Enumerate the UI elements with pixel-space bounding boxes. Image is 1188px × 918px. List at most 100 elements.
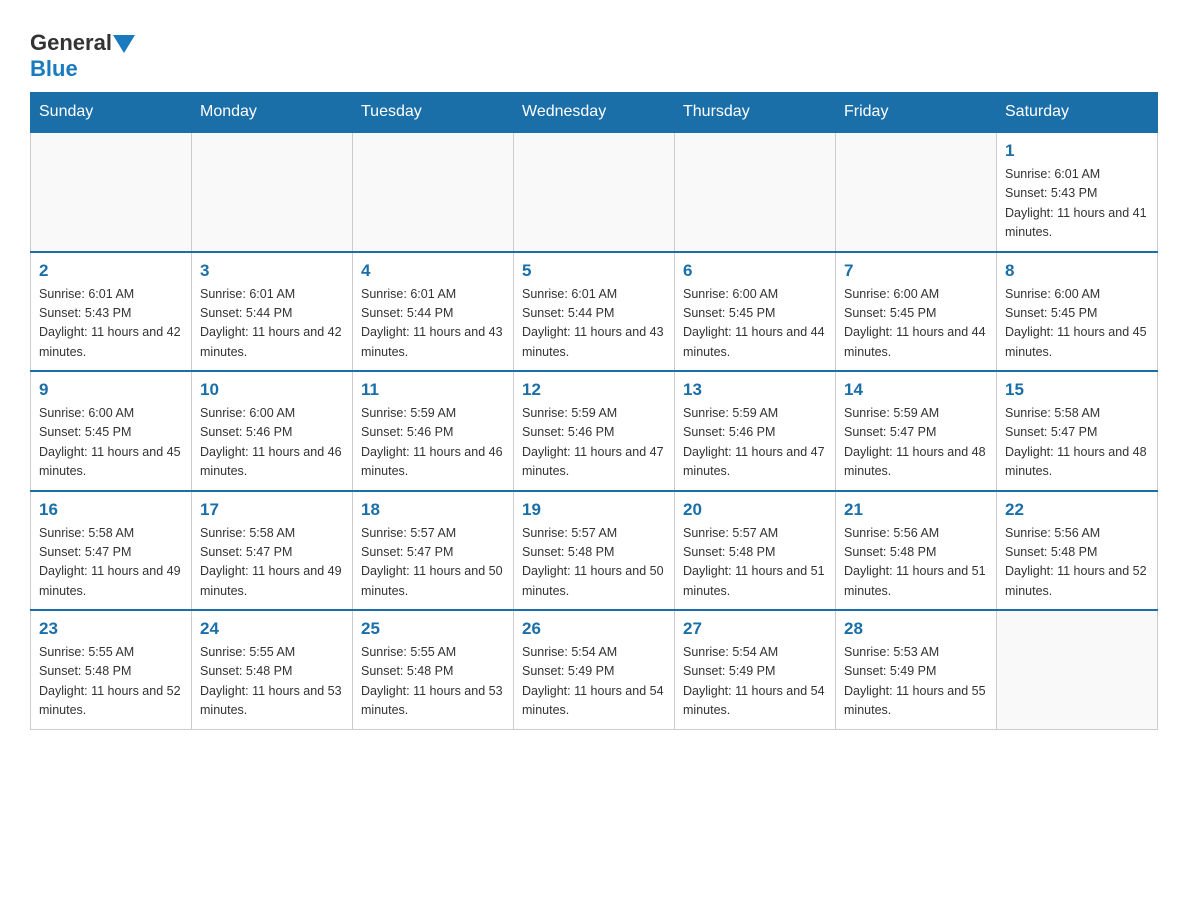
day-info: Sunrise: 6:01 AM Sunset: 5:44 PM Dayligh… bbox=[361, 285, 505, 363]
day-number: 7 bbox=[844, 261, 988, 281]
day-info: Sunrise: 5:54 AM Sunset: 5:49 PM Dayligh… bbox=[522, 643, 666, 721]
calendar-cell: 20 Sunrise: 5:57 AM Sunset: 5:48 PM Dayli… bbox=[675, 491, 836, 611]
day-info: Sunrise: 5:59 AM Sunset: 5:46 PM Dayligh… bbox=[683, 404, 827, 482]
calendar-header: SundayMondayTuesdayWednesdayThursdayFrid… bbox=[31, 93, 1158, 133]
day-number: 16 bbox=[39, 500, 183, 520]
day-info: Sunrise: 6:01 AM Sunset: 5:44 PM Dayligh… bbox=[200, 285, 344, 363]
calendar-cell: 22Sunrise: 5:56 AM Sunset: 5:48 PM Dayli… bbox=[997, 491, 1158, 611]
calendar-cell bbox=[192, 132, 353, 252]
calendar-cell: 13 Sunrise: 5:59 AM Sunset: 5:46 PM Dayli… bbox=[675, 371, 836, 491]
logo-triangle-icon bbox=[113, 35, 135, 53]
day-header-tuesday: Tuesday bbox=[353, 93, 514, 133]
day-number: 19 bbox=[522, 500, 666, 520]
calendar-cell: 10 Sunrise: 6:00 AM Sunset: 5:46 PM Dayli… bbox=[192, 371, 353, 491]
day-info: Sunrise: 6:01 AM Sunset: 5:43 PM Dayligh… bbox=[39, 285, 183, 363]
day-number: 8 bbox=[1005, 261, 1149, 281]
calendar-cell: 12Sunrise: 5:59 AM Sunset: 5:46 PM Dayli… bbox=[514, 371, 675, 491]
day-number: 23 bbox=[39, 619, 183, 639]
day-info: Sunrise: 6:00 AM Sunset: 5:46 PM Dayligh… bbox=[200, 404, 344, 482]
day-number: 10 bbox=[200, 380, 344, 400]
day-number: 13 bbox=[683, 380, 827, 400]
day-number: 6 bbox=[683, 261, 827, 281]
calendar-cell: 27 Sunrise: 5:54 AM Sunset: 5:49 PM Dayli… bbox=[675, 610, 836, 729]
day-number: 11 bbox=[361, 380, 505, 400]
day-number: 9 bbox=[39, 380, 183, 400]
day-number: 20 bbox=[683, 500, 827, 520]
day-info: Sunrise: 6:00 AM Sunset: 5:45 PM Dayligh… bbox=[844, 285, 988, 363]
day-number: 12 bbox=[522, 380, 666, 400]
calendar-week-1: 1Sunrise: 6:01 AM Sunset: 5:43 PM Daylig… bbox=[31, 132, 1158, 252]
day-number: 5 bbox=[522, 261, 666, 281]
day-info: Sunrise: 5:55 AM Sunset: 5:48 PM Dayligh… bbox=[39, 643, 183, 721]
calendar-cell: 5 Sunrise: 6:01 AM Sunset: 5:44 PM Daylig… bbox=[514, 252, 675, 372]
day-info: Sunrise: 5:59 AM Sunset: 5:47 PM Dayligh… bbox=[844, 404, 988, 482]
calendar-cell: 7 Sunrise: 6:00 AM Sunset: 5:45 PM Daylig… bbox=[836, 252, 997, 372]
day-number: 17 bbox=[200, 500, 344, 520]
day-header-saturday: Saturday bbox=[997, 93, 1158, 133]
day-number: 2 bbox=[39, 261, 183, 281]
day-number: 18 bbox=[361, 500, 505, 520]
day-info: Sunrise: 5:53 AM Sunset: 5:49 PM Dayligh… bbox=[844, 643, 988, 721]
calendar-cell: 25 Sunrise: 5:55 AM Sunset: 5:48 PM Dayli… bbox=[353, 610, 514, 729]
calendar-week-3: 9 Sunrise: 6:00 AM Sunset: 5:45 PM Daylig… bbox=[31, 371, 1158, 491]
day-info: Sunrise: 5:55 AM Sunset: 5:48 PM Dayligh… bbox=[361, 643, 505, 721]
day-number: 26 bbox=[522, 619, 666, 639]
day-info: Sunrise: 5:54 AM Sunset: 5:49 PM Dayligh… bbox=[683, 643, 827, 721]
logo-general-text: General bbox=[30, 30, 112, 56]
logo: General Blue bbox=[30, 30, 135, 82]
calendar-cell bbox=[514, 132, 675, 252]
day-header-wednesday: Wednesday bbox=[514, 93, 675, 133]
calendar-cell: 1Sunrise: 6:01 AM Sunset: 5:43 PM Daylig… bbox=[997, 132, 1158, 252]
day-info: Sunrise: 5:57 AM Sunset: 5:48 PM Dayligh… bbox=[683, 524, 827, 602]
day-info: Sunrise: 5:55 AM Sunset: 5:48 PM Dayligh… bbox=[200, 643, 344, 721]
calendar-cell: 17 Sunrise: 5:58 AM Sunset: 5:47 PM Dayli… bbox=[192, 491, 353, 611]
day-number: 24 bbox=[200, 619, 344, 639]
day-info: Sunrise: 6:00 AM Sunset: 5:45 PM Dayligh… bbox=[39, 404, 183, 482]
day-info: Sunrise: 5:59 AM Sunset: 5:46 PM Dayligh… bbox=[361, 404, 505, 482]
calendar-cell: 6Sunrise: 6:00 AM Sunset: 5:45 PM Daylig… bbox=[675, 252, 836, 372]
day-info: Sunrise: 5:56 AM Sunset: 5:48 PM Dayligh… bbox=[844, 524, 988, 602]
day-header-thursday: Thursday bbox=[675, 93, 836, 133]
calendar-cell: 3 Sunrise: 6:01 AM Sunset: 5:44 PM Daylig… bbox=[192, 252, 353, 372]
calendar-cell bbox=[31, 132, 192, 252]
calendar-cell: 23 Sunrise: 5:55 AM Sunset: 5:48 PM Dayli… bbox=[31, 610, 192, 729]
day-number: 25 bbox=[361, 619, 505, 639]
calendar-body: 1 Sunrise: 6:01 AM Sunset: 5:43 PM Daylig… bbox=[31, 132, 1158, 729]
calendar-cell: 15 Sunrise: 5:58 AM Sunset: 5:47 PM Dayli… bbox=[997, 371, 1158, 491]
day-number: 28 bbox=[844, 619, 988, 639]
day-number: 3 bbox=[200, 261, 344, 281]
calendar-cell bbox=[353, 132, 514, 252]
calendar-cell: 16 Sunrise: 5:58 AM Sunset: 5:47 PM Dayli… bbox=[31, 491, 192, 611]
calendar-cell: 24 Sunrise: 5:55 AM Sunset: 5:48 PM Dayli… bbox=[192, 610, 353, 729]
calendar-cell: 11 Sunrise: 5:59 AM Sunset: 5:46 PM Dayli… bbox=[353, 371, 514, 491]
day-number: 1 bbox=[1005, 141, 1149, 161]
day-info: Sunrise: 5:57 AM Sunset: 5:48 PM Dayligh… bbox=[522, 524, 666, 602]
calendar-week-5: 23 Sunrise: 5:55 AM Sunset: 5:48 PM Dayli… bbox=[31, 610, 1158, 729]
calendar-week-2: 2 Sunrise: 6:01 AM Sunset: 5:43 PM Daylig… bbox=[31, 252, 1158, 372]
day-info: Sunrise: 5:58 AM Sunset: 5:47 PM Dayligh… bbox=[1005, 404, 1149, 482]
calendar-cell: 4Sunrise: 6:01 AM Sunset: 5:44 PM Daylig… bbox=[353, 252, 514, 372]
calendar-cell bbox=[675, 132, 836, 252]
day-info: Sunrise: 5:58 AM Sunset: 5:47 PM Dayligh… bbox=[39, 524, 183, 602]
calendar-cell bbox=[836, 132, 997, 252]
day-info: Sunrise: 5:56 AM Sunset: 5:48 PM Dayligh… bbox=[1005, 524, 1149, 602]
day-info: Sunrise: 5:57 AM Sunset: 5:47 PM Dayligh… bbox=[361, 524, 505, 602]
day-info: Sunrise: 5:58 AM Sunset: 5:47 PM Dayligh… bbox=[200, 524, 344, 602]
calendar-cell: 8 Sunrise: 6:00 AM Sunset: 5:45 PM Daylig… bbox=[997, 252, 1158, 372]
day-number: 15 bbox=[1005, 380, 1149, 400]
calendar-cell: 2 Sunrise: 6:01 AM Sunset: 5:43 PM Daylig… bbox=[31, 252, 192, 372]
calendar-cell: 26 Sunrise: 5:54 AM Sunset: 5:49 PM Dayli… bbox=[514, 610, 675, 729]
calendar-cell: 21 Sunrise: 5:56 AM Sunset: 5:48 PM Dayli… bbox=[836, 491, 997, 611]
calendar-cell: 9 Sunrise: 6:00 AM Sunset: 5:45 PM Daylig… bbox=[31, 371, 192, 491]
calendar-cell: 14 Sunrise: 5:59 AM Sunset: 5:47 PM Dayli… bbox=[836, 371, 997, 491]
day-info: Sunrise: 6:01 AM Sunset: 5:44 PM Dayligh… bbox=[522, 285, 666, 363]
logo-blue-text: Blue bbox=[30, 56, 78, 82]
calendar-table: SundayMondayTuesdayWednesdayThursdayFrid… bbox=[30, 92, 1158, 730]
day-number: 14 bbox=[844, 380, 988, 400]
day-info: Sunrise: 6:00 AM Sunset: 5:45 PM Dayligh… bbox=[1005, 285, 1149, 363]
days-of-week-row: SundayMondayTuesdayWednesdayThursdayFrid… bbox=[31, 93, 1158, 133]
day-header-sunday: Sunday bbox=[31, 93, 192, 133]
day-number: 27 bbox=[683, 619, 827, 639]
day-number: 21 bbox=[844, 500, 988, 520]
day-header-friday: Friday bbox=[836, 93, 997, 133]
